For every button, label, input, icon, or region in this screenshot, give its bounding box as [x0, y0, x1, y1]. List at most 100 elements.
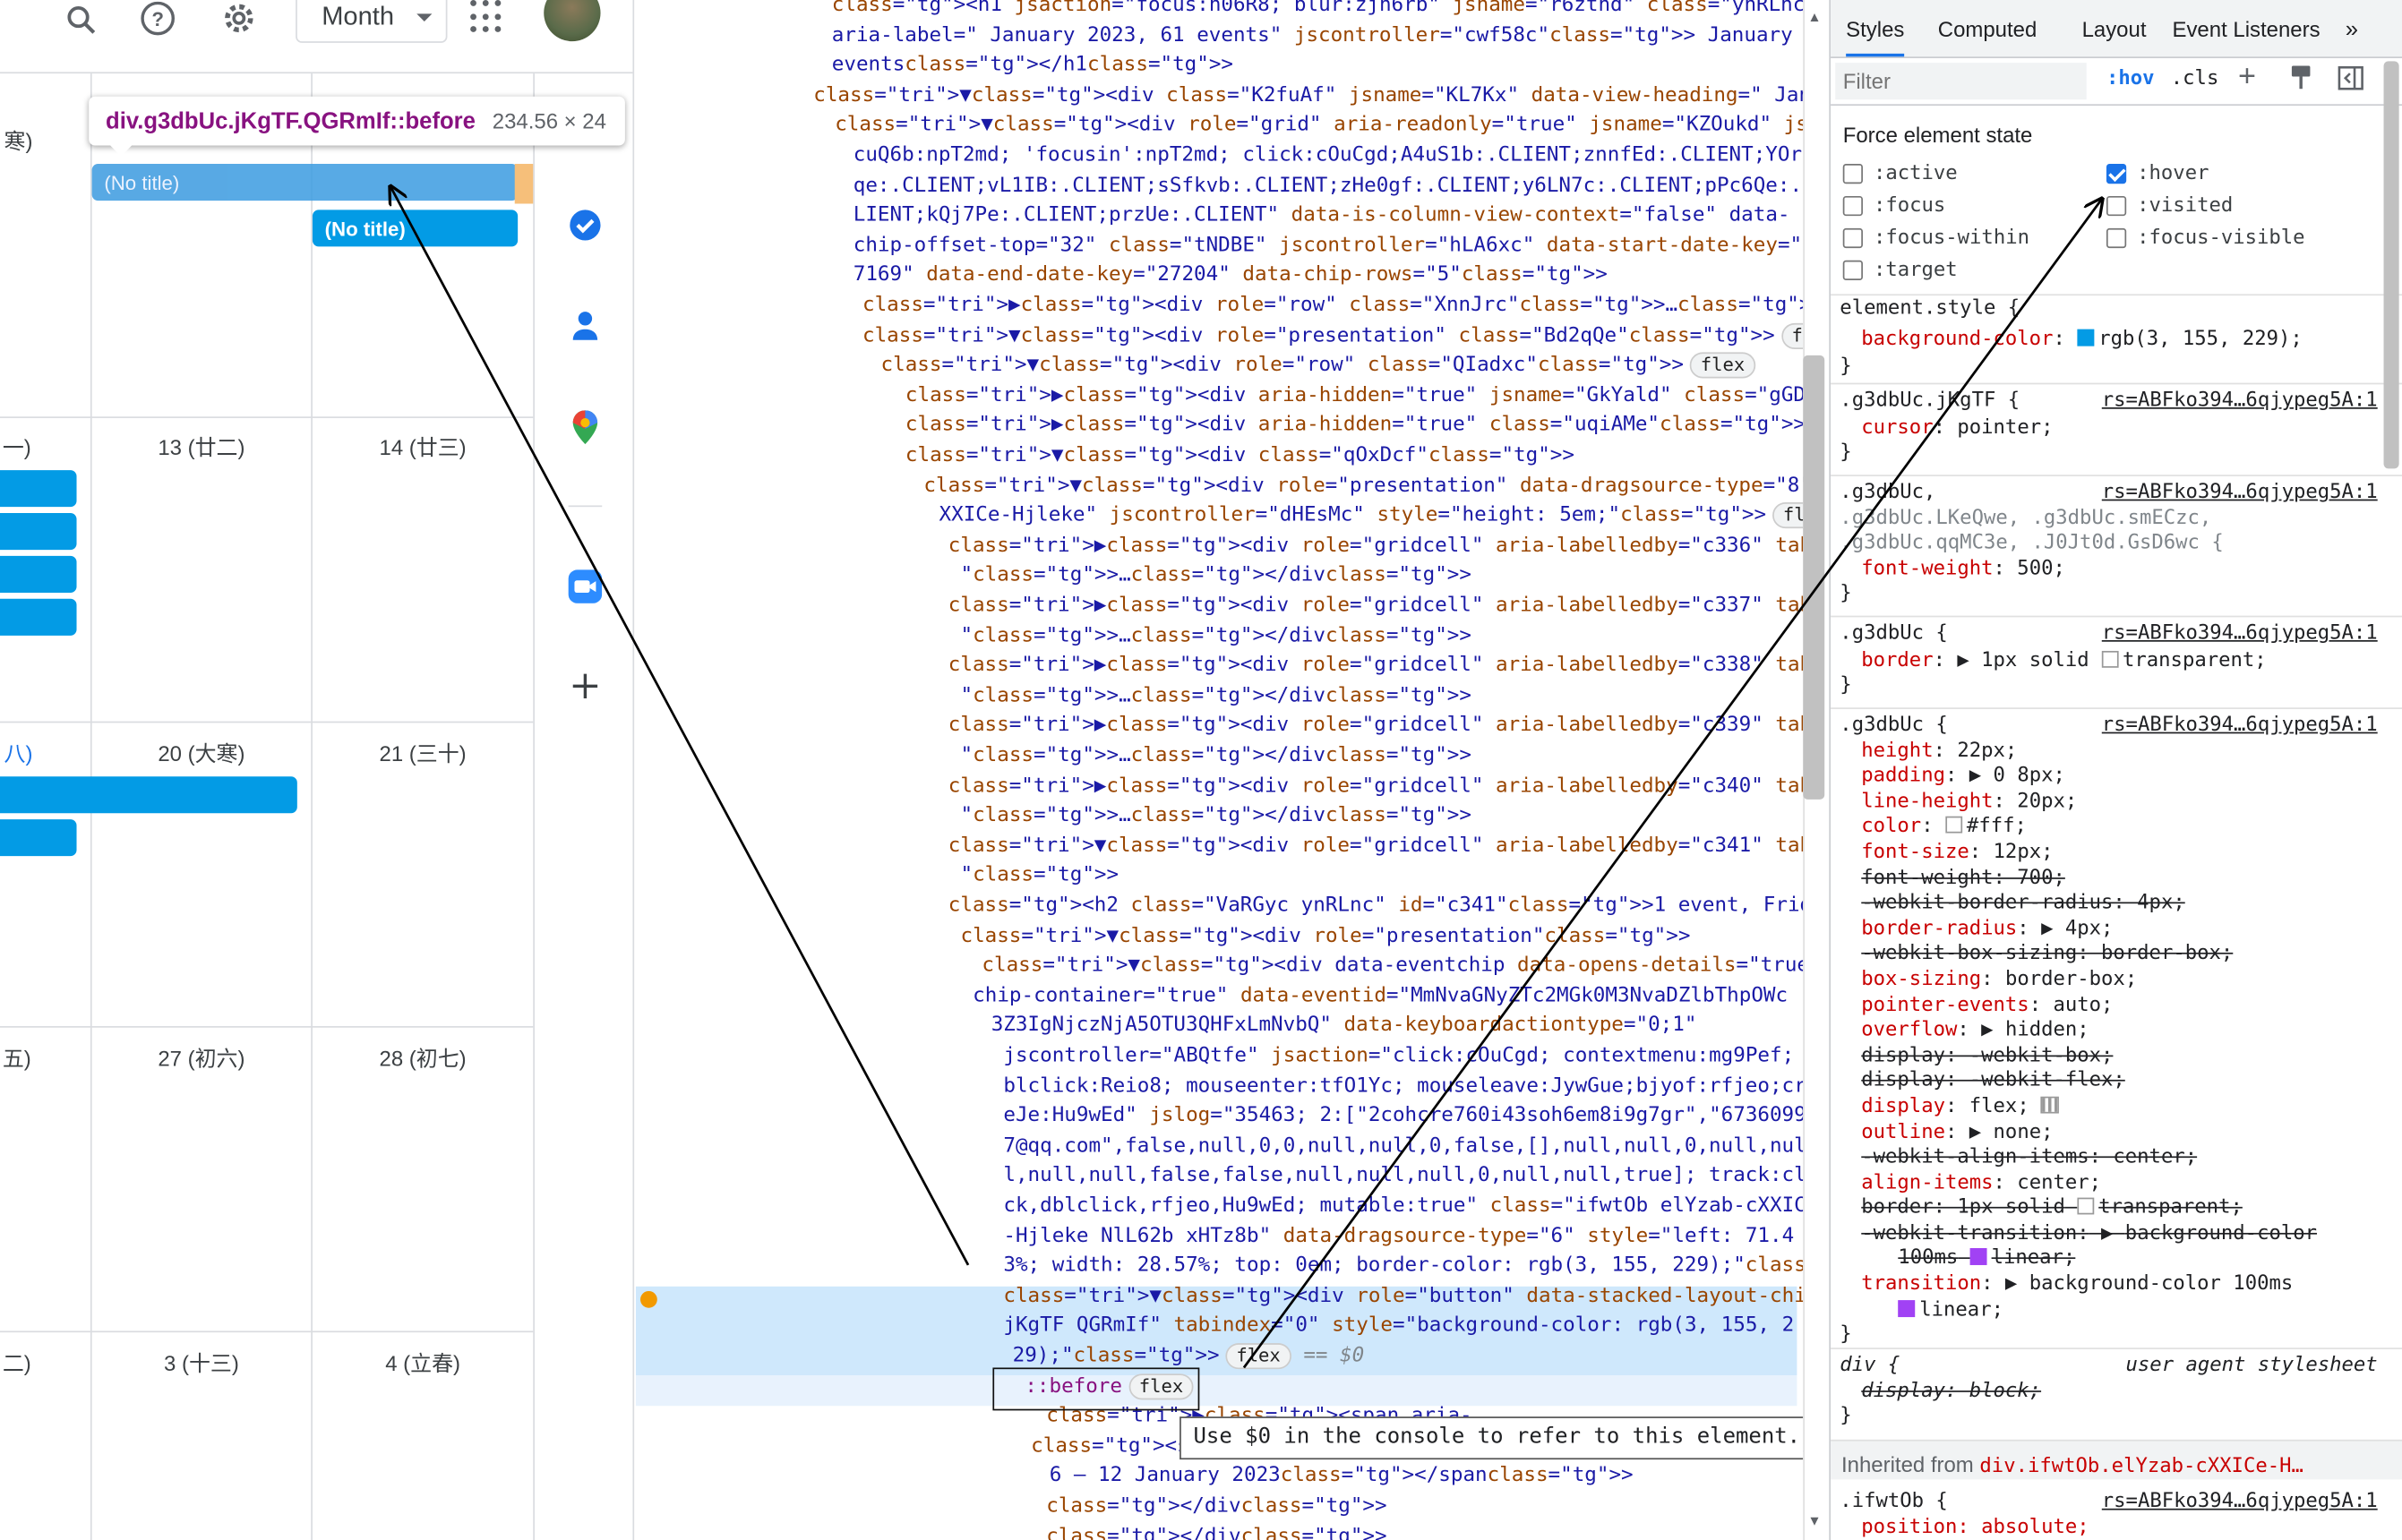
styles-scrollbar-thumb[interactable] — [2383, 61, 2399, 469]
dom-node-line[interactable]: class="tri">▶class="tg"><div role="gridc… — [948, 711, 1803, 741]
css-property[interactable]: align-items — [1861, 1171, 1993, 1194]
add-icon[interactable] — [569, 669, 603, 703]
css-overridden[interactable]: border: 1px solid — [1861, 1196, 2065, 1219]
paint-brush-icon[interactable] — [2290, 64, 2312, 90]
flexbox-editor-icon[interactable] — [2041, 1096, 2060, 1114]
css-property[interactable]: display — [1861, 1095, 1945, 1118]
breakpoint-dot-icon[interactable] — [639, 1290, 657, 1308]
checkbox[interactable] — [2106, 227, 2127, 249]
avatar[interactable] — [544, 0, 601, 42]
tab-styles[interactable]: Styles — [1846, 17, 1905, 57]
source-link[interactable]: rs=ABFko394…6qjypeg5A:1 — [2102, 481, 2378, 506]
event-chip[interactable]: (No title) — [312, 210, 519, 247]
dom-node-line[interactable]: "class="tg">> — [960, 861, 1119, 892]
scroll-down-arrow-icon[interactable]: ▼ — [1807, 1513, 1821, 1528]
css-overridden[interactable]: -webkit-align-items: center; — [1840, 1146, 2402, 1171]
css-value[interactable]: pointer; — [1957, 416, 2053, 440]
css-value[interactable]: linear; — [1919, 1298, 2003, 1322]
css-overridden[interactable]: font-weight: 700; — [1840, 866, 2402, 891]
checkbox[interactable] — [1842, 164, 1863, 184]
day-label[interactable]: 14 (廿三) — [313, 432, 533, 462]
css-value[interactable]: transparent; — [2123, 649, 2267, 672]
css-property[interactable]: transition — [1861, 1273, 1981, 1296]
contacts-icon[interactable] — [569, 310, 603, 344]
dom-node-line[interactable]: 6 – 12 January 2023class="tg"></spanclas… — [1050, 1461, 1634, 1492]
day-label[interactable]: 27 (初六) — [92, 1043, 312, 1074]
day-label[interactable]: 20 (大寒) — [92, 738, 312, 768]
color-swatch[interactable] — [2101, 650, 2118, 668]
event-chip[interactable] — [0, 555, 77, 593]
dom-node-line[interactable]: chip-container="true" data-eventid="MmNv… — [973, 981, 1788, 1012]
google-apps-icon[interactable] — [470, 0, 504, 34]
dom-node-line[interactable]: class="tri">▼class="tg"><div class="K2fu… — [813, 81, 1803, 111]
dom-node-line[interactable]: class="tri">▶class="tg"><div role="gridc… — [948, 531, 1803, 561]
css-value[interactable]: 22px; — [1957, 739, 2017, 762]
flex-badge[interactable]: flex — [1689, 352, 1756, 379]
dom-node-line[interactable]: qe:.CLIENT;vL1IB:.CLIENT;sSfkvb:.CLIENT;… — [854, 171, 1804, 201]
css-value[interactable]: center; — [2017, 1171, 2101, 1194]
tasks-icon[interactable] — [569, 209, 603, 243]
cls-toggle-button[interactable]: .cls — [2171, 67, 2219, 90]
search-icon[interactable] — [58, 0, 104, 39]
css-overridden[interactable]: 100ms — [1898, 1247, 1958, 1270]
source-link[interactable]: rs=ABFko394…6qjypeg5A:1 — [2102, 621, 2378, 646]
help-icon[interactable]: ? — [135, 0, 181, 39]
css-overridden[interactable]: transparent; — [2098, 1196, 2243, 1219]
toggle-sidebar-icon[interactable] — [2338, 65, 2363, 90]
dom-node-line[interactable]: 3%; width: 28.57%; top: 0em; border-colo… — [1003, 1252, 1803, 1282]
dom-node-line[interactable]: class="tg"><h2 class="VaRGyc ynRLnc" id=… — [948, 892, 1803, 922]
event-chip[interactable] — [0, 819, 77, 857]
css-property[interactable]: border — [1861, 649, 1933, 672]
zoom-icon[interactable] — [568, 569, 603, 603]
elements-scrollbar-thumb[interactable] — [1803, 355, 1825, 800]
inherited-selector-link[interactable]: div.ifwtOb.elYzab-cXXICe-H… — [1979, 1455, 2303, 1478]
css-value[interactable]: 1px solid — [1981, 649, 2089, 672]
dom-node-line[interactable]: class="tri">▼class="tg"><div role="gridc… — [948, 831, 1803, 861]
dom-node-line[interactable]: "class="tg">>…class="tg"></divclass="tg"… — [960, 621, 1471, 652]
dom-node-line[interactable]: eJe:Hu9wEd" jslog="35463; 2:["2cohcre760… — [1003, 1101, 1803, 1132]
dom-node-line[interactable]: class="tri">▼class="tg"><div role="butto… — [1003, 1281, 1803, 1312]
scroll-up-arrow-icon[interactable]: ▲ — [1807, 9, 1821, 24]
dom-node-line[interactable]: class="tri">▶class="tg"><div aria-hidden… — [905, 411, 1803, 441]
css-property[interactable]: position: absolute; — [1840, 1516, 2402, 1540]
css-overridden[interactable]: background-color — [2125, 1222, 2317, 1245]
day-label[interactable]: 3 (十三) — [92, 1348, 312, 1378]
dom-node-line[interactable]: chip-offset-top="32" class="tNDBE" jscon… — [854, 231, 1804, 261]
easing-swatch[interactable] — [1969, 1248, 1987, 1266]
dom-node-line[interactable]: class="tri">▶class="tg"><div role="gridc… — [948, 651, 1803, 681]
css-property[interactable]: padding — [1861, 765, 1945, 788]
css-property[interactable]: font-size — [1861, 841, 1969, 864]
dom-node-line[interactable]: eventsclass="tg"></h1class="tg">> — [832, 51, 1233, 81]
dom-node-line[interactable]: class="tg"><h1 jsaction="focus:h06R8; bl… — [832, 0, 1803, 21]
new-style-rule-plus-icon[interactable]: + — [2238, 60, 2256, 95]
css-value[interactable]: hidden; — [2005, 1019, 2089, 1042]
dom-node-line[interactable]: cuQ6b:npT2md; 'focusin':npT2md; click:cO… — [854, 141, 1804, 171]
maps-icon[interactable] — [569, 409, 603, 445]
styles-filter-input[interactable] — [1835, 63, 2087, 100]
dom-node-line[interactable]: ck,dblclick,rfjeo,Hu9wEd; mutable:true" … — [1003, 1192, 1803, 1222]
css-value[interactable]: 0 8px; — [1994, 765, 2065, 788]
dom-node-line[interactable]: class="tri">▶class="tg"><div role="row" … — [862, 291, 1803, 321]
checkbox[interactable] — [2106, 164, 2127, 184]
dom-node-line[interactable]: aria-label=" January 2023, 61 events" js… — [832, 21, 1803, 51]
dom-node-line[interactable]: class="tri">▶class="tg"><div aria-hidden… — [905, 381, 1803, 412]
css-property[interactable]: font-weight — [1861, 557, 1993, 580]
dom-node-line[interactable]: "class="tg">>…class="tg"></divclass="tg"… — [960, 741, 1471, 772]
dom-node-line[interactable]: class="tg"></divclass="tg">> — [1046, 1522, 1386, 1540]
dom-node-line[interactable]: class="tri">▼class="tg"><div role="prese… — [862, 321, 1804, 352]
dom-node-line[interactable]: class="tri">▼class="tg"><div role="prese… — [923, 471, 1803, 501]
css-property[interactable]: box-sizing — [1861, 968, 1981, 991]
tab-event-listeners[interactable]: Event Listeners — [2172, 17, 2320, 41]
color-swatch[interactable] — [2077, 329, 2095, 346]
dom-node-line[interactable]: XXICe-Hjleke" jscontroller="dHEsMc" styl… — [939, 501, 1804, 532]
day-label[interactable]: 21 (三十) — [313, 738, 533, 768]
css-value[interactable]: background-color 100ms — [2029, 1273, 2294, 1296]
css-value[interactable]: none; — [1994, 1120, 2054, 1143]
css-value[interactable]: 500; — [2017, 557, 2065, 580]
dom-node-line[interactable]: "class="tg">>…class="tg"></divclass="tg"… — [960, 561, 1471, 592]
color-swatch[interactable] — [2077, 1198, 2095, 1215]
dom-node-line[interactable]: "class="tg">>…class="tg"></divclass="tg"… — [960, 801, 1471, 832]
more-tabs-chevron-icon[interactable]: » — [2346, 17, 2358, 43]
css-property[interactable]: overflow — [1861, 1019, 1957, 1042]
dom-node-line[interactable]: -Hjleke NlL62b xHTz8b" data-dragsource-t… — [1003, 1221, 1794, 1252]
